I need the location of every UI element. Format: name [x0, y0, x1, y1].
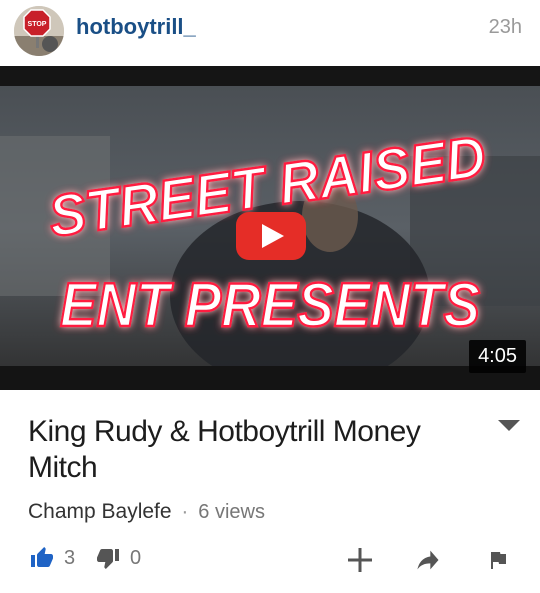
thumbs-down-icon	[97, 549, 119, 569]
like-count: 3	[64, 546, 76, 569]
add-button[interactable]	[346, 546, 374, 574]
thumbs-up-icon	[31, 547, 53, 567]
meta-separator: ·	[181, 500, 189, 523]
share-arrow-icon	[417, 550, 439, 570]
video-title[interactable]: King Rudy & Hotboytrill Money Mitch	[28, 414, 468, 486]
video-duration: 4:05	[469, 340, 526, 373]
avatar[interactable]: STOP	[14, 6, 64, 56]
video-meta: Champ Baylefe · 6 views	[28, 500, 265, 524]
channel-name[interactable]: Champ Baylefe	[28, 500, 172, 523]
post-timestamp: 23h	[488, 16, 522, 38]
like-button[interactable]: 3	[30, 546, 75, 570]
play-button[interactable]	[236, 212, 306, 260]
view-count: 6 views	[198, 501, 265, 523]
dislike-count: 0	[130, 546, 142, 569]
chevron-down-icon[interactable]	[498, 420, 520, 431]
share-button[interactable]	[412, 546, 444, 574]
video-player[interactable]: STREET RAISED ENT PRESENTS 4:05	[0, 66, 540, 390]
overlay-line-2: ENT PRESENTS	[60, 271, 480, 340]
action-bar: 3 0	[0, 540, 540, 584]
dislike-button[interactable]: 0	[96, 546, 141, 570]
video-thumbnail[interactable]: STREET RAISED ENT PRESENTS	[0, 66, 540, 390]
svg-text:STOP: STOP	[28, 21, 47, 28]
flag-icon	[491, 552, 506, 569]
stop-sign-avatar-icon: STOP	[14, 6, 64, 56]
post-header: STOP hotboytrill_ 23h	[0, 0, 540, 66]
report-button[interactable]	[486, 547, 510, 573]
plus-icon	[348, 548, 372, 572]
username[interactable]: hotboytrill_	[76, 14, 196, 40]
